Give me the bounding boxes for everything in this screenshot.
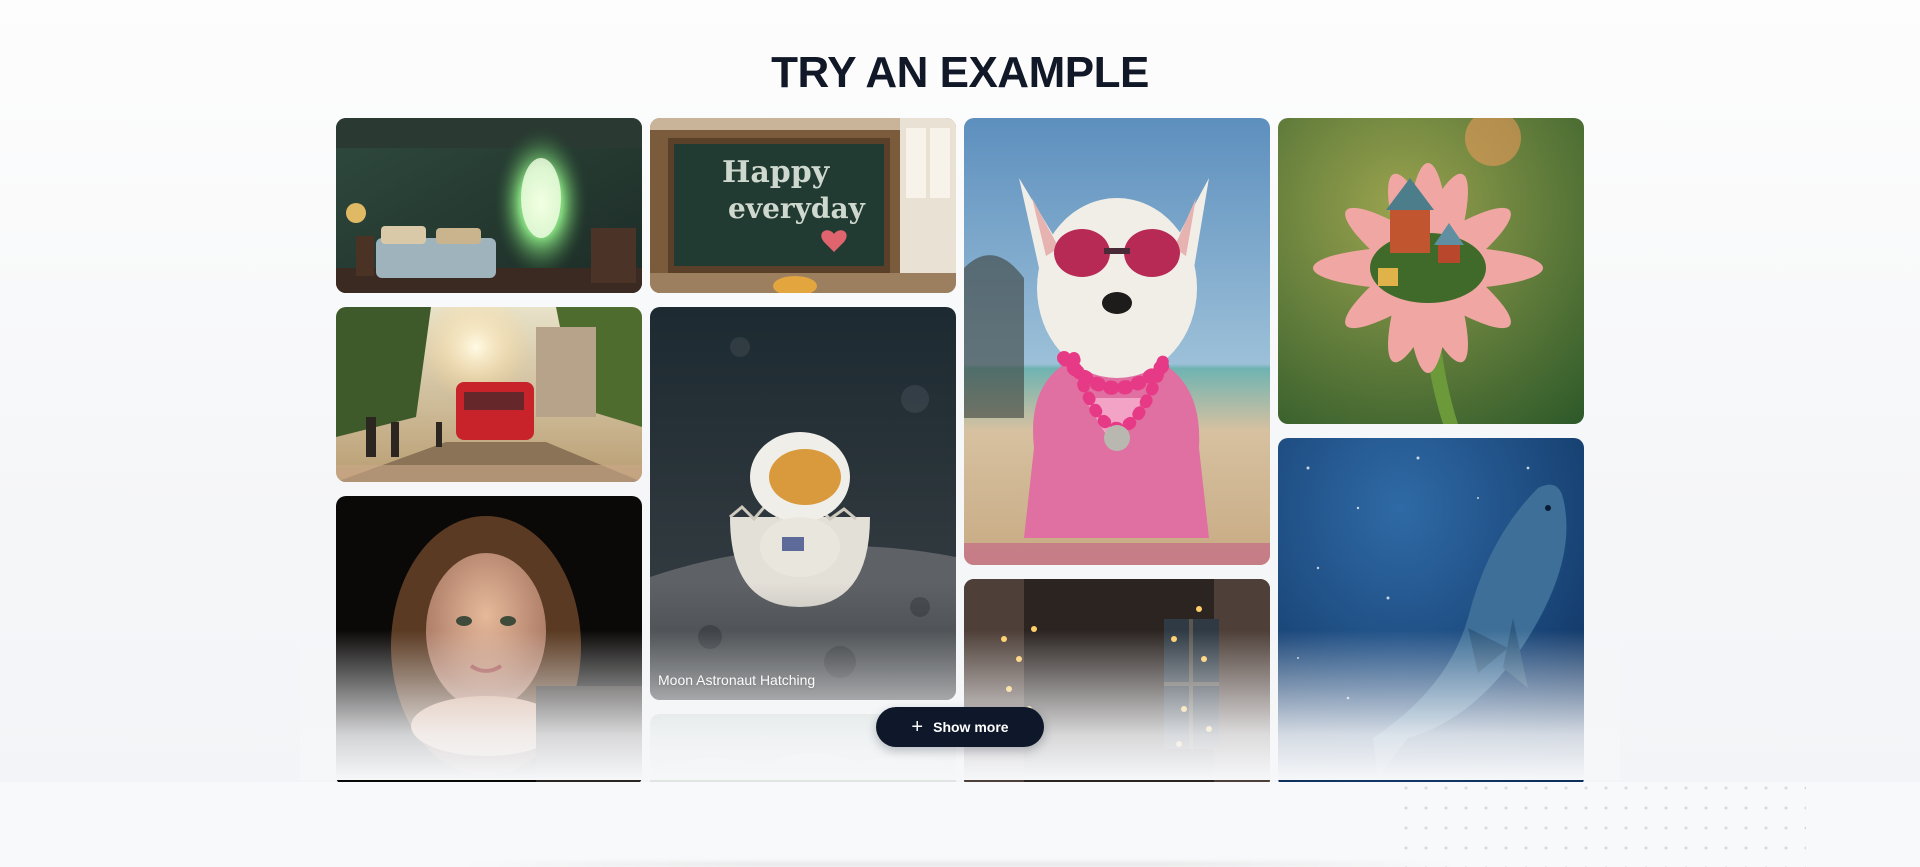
- show-more-label: Show more: [933, 719, 1009, 735]
- example-image-flower-houses[interactable]: [1278, 118, 1584, 424]
- svg-text:Happy: Happy: [722, 155, 831, 190]
- example-image-chalkboard[interactable]: Happy everyday: [650, 118, 956, 293]
- example-image-moon-astronaut[interactable]: Moon Astronaut Hatching: [650, 307, 956, 700]
- decorative-dot-grid: [1396, 778, 1806, 867]
- bedroom-portal-image: [336, 118, 642, 293]
- sky-whale-image: [1278, 438, 1584, 788]
- example-image-fairy-lights-window[interactable]: [964, 579, 1270, 789]
- example-image-bedroom-portal[interactable]: [336, 118, 642, 293]
- woman-portrait-image: [336, 496, 642, 786]
- show-more-button[interactable]: + Show more: [876, 707, 1044, 747]
- fairy-lights-image: [964, 579, 1270, 789]
- page: TRY AN EXAMPLE Happy everyday Moon Astro…: [0, 0, 1920, 867]
- section-title: TRY AN EXAMPLE: [771, 48, 1149, 97]
- svg-text:everyday: everyday: [728, 192, 866, 225]
- westie-dog-image: [964, 118, 1270, 565]
- example-image-sky-whale[interactable]: [1278, 438, 1584, 788]
- tile-caption: Moon Astronaut Hatching: [658, 672, 816, 688]
- section-divider-shadow: [460, 862, 1460, 867]
- chalkboard-image: Happy everyday: [650, 118, 956, 293]
- example-image-westie-dog[interactable]: [964, 118, 1270, 565]
- plus-icon: +: [911, 716, 924, 738]
- flower-houses-image: [1278, 118, 1584, 424]
- street-tram-image: [336, 307, 642, 482]
- example-image-street-tram[interactable]: [336, 307, 642, 482]
- example-image-woman-portrait[interactable]: [336, 496, 642, 786]
